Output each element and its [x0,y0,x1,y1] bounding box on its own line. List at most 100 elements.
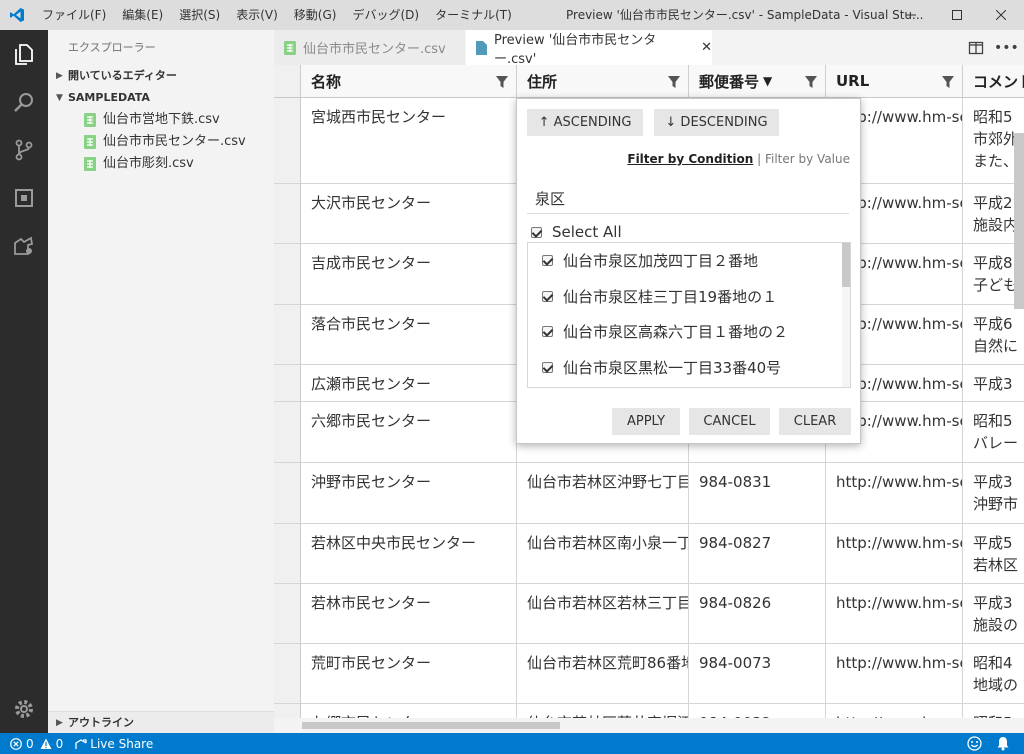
maximize-button[interactable] [934,0,980,30]
horizontal-scroll-thumb[interactable] [302,722,560,729]
row-header[interactable] [274,524,301,583]
cell-comment[interactable]: 昭和4 地域の [963,644,1024,703]
menu-file[interactable]: ファイル(F) [34,0,114,30]
search-icon[interactable] [0,78,48,126]
sort-ascending-button[interactable]: ↑ ASCENDING [527,109,643,136]
horizontal-scrollbar[interactable] [274,718,1024,733]
row-header[interactable] [274,584,301,643]
cell-comment[interactable]: 平成3 施設の [963,584,1024,643]
cancel-button[interactable]: CANCEL [689,408,770,435]
table-row[interactable]: 沖野市民センター 仙台市若林区沖野七丁目 984-0831 http://www.hm… [274,463,1024,524]
row-header[interactable] [274,402,301,462]
filter-icon[interactable] [942,76,954,88]
cell-addr[interactable]: 仙台市若林区若林三丁目 [517,584,689,643]
debug-icon[interactable] [0,174,48,222]
menu-view[interactable]: 表示(V) [228,0,286,30]
tab-csv-file[interactable]: 仙台市市民センター.csv [274,30,466,65]
more-actions-icon[interactable]: ••• [994,38,1019,58]
open-editors-section[interactable]: ▶ 開いているエディター [48,65,274,87]
close-window-button[interactable] [978,0,1024,30]
row-header[interactable] [274,644,301,703]
filter-value-item[interactable]: 仙台市泉区加茂四丁目２番地 [528,243,850,279]
column-header-url[interactable]: URL [826,65,963,98]
cell-name[interactable]: 落合市民センター [301,305,517,364]
file-item[interactable]: 仙台市彫刻.csv [48,153,274,175]
row-header[interactable] [274,98,301,183]
select-all-checkbox[interactable]: Select All [531,223,622,241]
cell-url[interactable]: http://www.hm-se [826,524,963,583]
cell-name[interactable]: 若林区中央市民センター [301,524,517,583]
list-scroll-thumb[interactable] [842,243,850,287]
cell-name[interactable]: 宮城西市民センター [301,98,517,183]
cell-zip[interactable]: 984-0831 [689,463,826,523]
cell-comment[interactable]: 平成3 沖野市 [963,463,1024,523]
explorer-icon[interactable] [0,30,48,78]
cell-comment[interactable]: 昭和5 [963,704,1024,718]
filter-icon[interactable] [668,76,680,88]
cell-comment[interactable]: 平成3 [963,365,1024,401]
cell-zip[interactable]: 984-0826 [689,584,826,643]
table-row[interactable]: 若林区中央市民センター 仙台市若林区南小泉一丁 984-0827 http://www… [274,524,1024,584]
filter-icon[interactable] [496,76,508,88]
cell-name[interactable]: 広瀬市民センター [301,365,517,401]
cell-zip[interactable]: 984-0032 [689,704,826,718]
row-header[interactable] [274,305,301,364]
cell-addr[interactable]: 仙台市若林区沖野七丁目 [517,463,689,523]
settings-gear-icon[interactable] [0,685,48,733]
filter-icon[interactable] [805,76,817,88]
row-header[interactable] [274,365,301,401]
cell-name[interactable]: 荒町市民センター [301,644,517,703]
menu-debug[interactable]: デバッグ(D) [344,0,427,30]
row-header[interactable] [274,463,301,523]
filter-by-value-link[interactable]: Filter by Value [765,152,850,166]
row-header[interactable] [274,704,301,718]
menu-selection[interactable]: 選択(S) [171,0,228,30]
apply-button[interactable]: APPLY [612,408,680,435]
cell-url[interactable]: http://www.hm-se [826,584,963,643]
cell-zip[interactable]: 984-0827 [689,524,826,583]
filter-value-item[interactable]: 仙台市泉区桂三丁目19番地の１ [528,279,850,315]
row-header[interactable] [274,244,301,304]
cell-url[interactable]: http://www.hm-se [826,644,963,703]
file-item[interactable]: 仙台市市民センター.csv [48,131,274,153]
clear-button[interactable]: CLEAR [779,408,851,435]
cell-zip[interactable]: 984-0073 [689,644,826,703]
cell-addr[interactable]: 仙台市若林区荒町86番地 [517,644,689,703]
live-share-icon[interactable] [0,222,48,270]
column-header-zip[interactable]: 郵便番号 ▼ [689,65,826,98]
live-share-status[interactable]: Live Share [75,737,153,751]
close-tab-icon[interactable]: ✕ [701,40,712,55]
filter-by-condition-link[interactable]: Filter by Condition [627,152,753,166]
file-item[interactable]: 仙台市営地下鉄.csv [48,109,274,131]
cell-name[interactable]: 若林市民センター [301,584,517,643]
cell-comment[interactable]: 平成5 若林区 [963,524,1024,583]
folder-section[interactable]: ▼ SAMPLEDATA [48,87,274,109]
cell-comment[interactable]: 平成6 自然に [963,305,1024,364]
source-control-icon[interactable] [0,126,48,174]
problems-indicator[interactable]: 0 0 [10,737,63,751]
filter-value-item[interactable]: 仙台市泉区黒松一丁目33番40号 [528,350,850,386]
column-header-name[interactable]: 名称 [301,65,517,98]
sort-descending-button[interactable]: ↓ DESCENDING [654,109,779,136]
cell-name[interactable]: 六郷市民センター [301,402,517,462]
split-editor-icon[interactable] [968,40,984,56]
row-header[interactable] [274,184,301,243]
table-row[interactable]: 七郷市民センター仙台市若林区荒井字堀添984-0032http://www.hm… [274,704,1024,718]
menu-go[interactable]: 移動(G) [286,0,345,30]
cell-comment[interactable]: 昭和5 バレー [963,402,1024,462]
menu-terminal[interactable]: ターミナル(T) [427,0,520,30]
minimize-button[interactable] [888,0,934,30]
list-scrollbar[interactable] [842,243,850,387]
cell-addr[interactable]: 仙台市若林区南小泉一丁 [517,524,689,583]
column-header-comment[interactable]: コメント [963,65,1024,98]
notifications-bell-icon[interactable] [996,736,1010,751]
cell-name[interactable]: 吉成市民センター [301,244,517,304]
cell-url[interactable]: http://www.hm-se [826,463,963,523]
menu-edit[interactable]: 編集(E) [114,0,171,30]
filter-value-item[interactable]: 仙台市泉区高森六丁目１番地の２ [528,314,850,350]
cell-addr[interactable]: 仙台市若林区荒井字堀添 [517,704,689,718]
vertical-scrollbar[interactable] [1014,133,1024,309]
column-header-address[interactable]: 住所 [517,65,689,98]
table-row[interactable]: 若林市民センター 仙台市若林区若林三丁目 984-0826 http://www.hm… [274,584,1024,644]
cell-name[interactable]: 七郷市民センター [301,704,517,718]
